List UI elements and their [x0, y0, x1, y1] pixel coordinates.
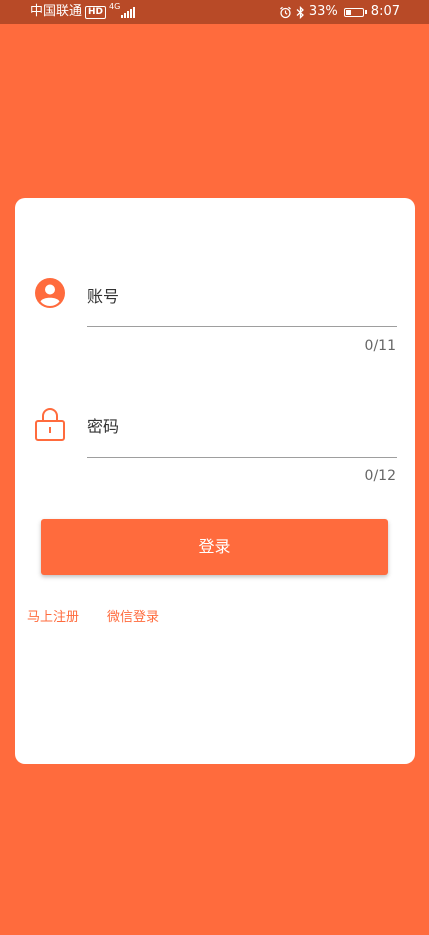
battery-percent: 33% [308, 4, 338, 19]
login-card: 账号 0/11 密码 0/12 登录 马上注册 微信登录 [15, 198, 415, 764]
carrier-name: 中国联通 [30, 4, 83, 19]
lock-icon [35, 408, 65, 441]
user-icon [35, 278, 65, 308]
hd-badge: HD [85, 5, 107, 19]
account-counter: 0/11 [364, 338, 396, 354]
account-input[interactable]: 账号 [87, 283, 119, 307]
register-link[interactable]: 马上注册 [27, 606, 79, 625]
alarm-icon [279, 6, 291, 18]
password-input[interactable]: 密码 [87, 413, 119, 437]
clock-time: 8:07 [370, 4, 400, 19]
battery-icon [343, 7, 367, 17]
wechat-login-link[interactable]: 微信登录 [107, 606, 159, 625]
signal-icon [121, 6, 136, 18]
network-type: 4G [109, 2, 121, 11]
status-bar: 中国联通 HD 4G 33% 8:07 [0, 0, 429, 24]
status-left: 中国联通 HD 4G [30, 0, 136, 24]
status-right: 33% 8:07 [275, 0, 400, 24]
account-underline [87, 326, 397, 327]
password-underline [87, 457, 397, 458]
password-counter: 0/12 [364, 468, 396, 484]
bluetooth-icon [296, 5, 304, 19]
login-button[interactable]: 登录 [41, 519, 388, 575]
